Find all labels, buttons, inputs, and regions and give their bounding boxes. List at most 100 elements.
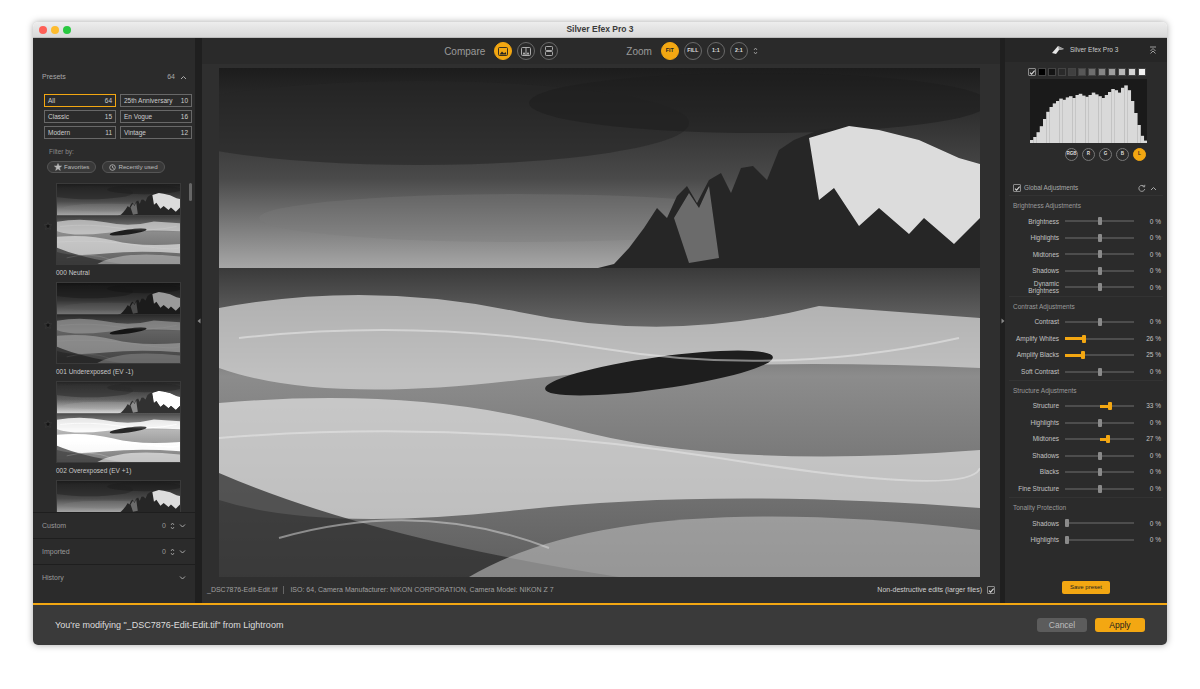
slider-track[interactable]	[1065, 485, 1134, 493]
compare-mode-button[interactable]	[517, 42, 535, 60]
scrollbar-thumb[interactable]	[189, 183, 192, 201]
zone-swatch[interactable]	[1128, 68, 1136, 76]
apply-button[interactable]: Apply	[1095, 618, 1145, 633]
slider-track[interactable]	[1065, 536, 1134, 544]
slider-thumb[interactable]	[1098, 452, 1102, 460]
preset-item[interactable]	[33, 480, 189, 512]
nondestructive-checkbox[interactable]	[987, 586, 995, 594]
preset-filter-button[interactable]: Modern11	[44, 126, 116, 139]
preset-section[interactable]: Imported0	[33, 538, 195, 564]
slider-thumb[interactable]	[1098, 234, 1102, 242]
zone-swatch[interactable]	[1138, 68, 1146, 76]
reset-icon[interactable]	[1138, 184, 1146, 192]
preset-scrollbar[interactable]	[189, 180, 192, 512]
slider-thumb[interactable]	[1065, 519, 1069, 527]
slider-thumb[interactable]	[1108, 402, 1112, 410]
slider-track[interactable]	[1065, 335, 1134, 343]
preset-thumbnail[interactable]	[56, 282, 181, 364]
zoom-mode-button[interactable]: FIT	[661, 42, 679, 60]
compare-mode-button[interactable]	[494, 42, 512, 60]
favorite-star-icon[interactable]	[44, 222, 52, 230]
preset-item[interactable]: 001 Underexposed (EV -1)	[33, 282, 189, 381]
filter-pill[interactable]: Recently used	[102, 161, 164, 173]
compare-mode-button[interactable]	[540, 42, 558, 60]
channel-button[interactable]: RGB	[1065, 148, 1078, 161]
preset-filter-button[interactable]: En Vogue16	[120, 110, 192, 123]
collapse-chevron-icon[interactable]	[1150, 186, 1157, 191]
slider-track[interactable]	[1065, 452, 1134, 460]
cancel-button[interactable]: Cancel	[1037, 618, 1087, 633]
slider-thumb[interactable]	[1098, 318, 1102, 326]
collapse-panel-icon[interactable]	[1149, 46, 1157, 54]
global-adjustments-checkbox[interactable]	[1013, 184, 1021, 192]
zoom-mode-button[interactable]: 2:1	[730, 42, 748, 60]
zoom-stepper-icon[interactable]	[753, 47, 758, 55]
slider-track[interactable]	[1065, 250, 1134, 258]
slider-thumb[interactable]	[1098, 468, 1102, 476]
zone-swatch[interactable]	[1078, 68, 1086, 76]
zoom-button[interactable]	[63, 26, 71, 34]
preset-item[interactable]: 002 Overexposed (EV +1)	[33, 381, 189, 480]
channel-button[interactable]: R	[1082, 148, 1095, 161]
preset-section[interactable]: Custom0	[33, 512, 195, 538]
zones-checkbox[interactable]	[1028, 68, 1036, 76]
slider-track[interactable]	[1065, 234, 1134, 242]
slider-thumb[interactable]	[1098, 267, 1102, 275]
zone-swatch[interactable]	[1068, 68, 1076, 76]
zone-swatch[interactable]	[1038, 68, 1046, 76]
slider-track[interactable]	[1065, 283, 1134, 291]
slider-thumb[interactable]	[1098, 283, 1102, 291]
save-preset-button[interactable]: Save preset	[1062, 581, 1110, 594]
slider-track[interactable]	[1065, 435, 1134, 443]
minimize-button[interactable]	[51, 26, 59, 34]
preset-thumbnail[interactable]	[56, 183, 181, 265]
preset-thumbnail[interactable]	[56, 381, 181, 463]
preset-filter-button[interactable]: 25th Anniversary10	[120, 94, 192, 107]
slider-thumb[interactable]	[1098, 250, 1102, 258]
slider-track[interactable]	[1065, 351, 1134, 359]
slider-thumb[interactable]	[1081, 351, 1085, 359]
close-button[interactable]	[39, 26, 47, 34]
preset-filter-button[interactable]: All64	[44, 94, 116, 107]
zone-swatch[interactable]	[1048, 68, 1056, 76]
preset-section[interactable]: History	[33, 564, 195, 590]
global-adjustments-header[interactable]: Global Adjustments	[1009, 181, 1163, 195]
zoom-mode-button[interactable]: 1:1	[707, 42, 725, 60]
slider-track[interactable]	[1065, 419, 1134, 427]
slider-thumb[interactable]	[1098, 419, 1102, 427]
nondestructive-option[interactable]: Non-destructive edits (larger files)	[877, 586, 995, 594]
zone-swatch[interactable]	[1058, 68, 1066, 76]
presets-header[interactable]: Presets64	[33, 38, 195, 84]
zoom-mode-button[interactable]: FILL	[684, 42, 702, 60]
slider-track[interactable]	[1065, 468, 1134, 476]
channel-button[interactable]: G	[1099, 148, 1112, 161]
left-divider[interactable]	[195, 38, 202, 603]
slider-track[interactable]	[1065, 267, 1134, 275]
slider-thumb[interactable]	[1065, 536, 1069, 544]
filter-pill[interactable]: Favorites	[47, 161, 96, 173]
channel-button[interactable]: B	[1116, 148, 1129, 161]
zone-swatch[interactable]	[1108, 68, 1116, 76]
zone-swatch[interactable]	[1098, 68, 1106, 76]
preset-filter-button[interactable]: Vintage12	[120, 126, 192, 139]
slider-thumb[interactable]	[1082, 335, 1086, 343]
slider-track[interactable]	[1065, 519, 1134, 527]
preset-filter-button[interactable]: Classic15	[44, 110, 116, 123]
preset-item[interactable]: 000 Neutral	[33, 183, 189, 282]
preset-thumbnail[interactable]	[56, 480, 181, 512]
channel-button[interactable]: L	[1133, 148, 1146, 161]
favorite-star-icon[interactable]	[44, 420, 52, 428]
slider-track[interactable]	[1065, 402, 1134, 410]
slider-track[interactable]	[1065, 318, 1134, 326]
collapse-chevron-icon[interactable]	[180, 75, 187, 80]
slider-thumb[interactable]	[1098, 485, 1102, 493]
slider-track[interactable]	[1065, 217, 1134, 225]
zone-swatch[interactable]	[1088, 68, 1096, 76]
preview-photo[interactable]	[219, 68, 980, 577]
slider-track[interactable]	[1065, 368, 1134, 376]
slider-thumb[interactable]	[1098, 368, 1102, 376]
slider-thumb[interactable]	[1098, 217, 1102, 225]
favorite-star-icon[interactable]	[44, 321, 52, 329]
zone-swatch[interactable]	[1118, 68, 1126, 76]
slider-thumb[interactable]	[1106, 435, 1110, 443]
